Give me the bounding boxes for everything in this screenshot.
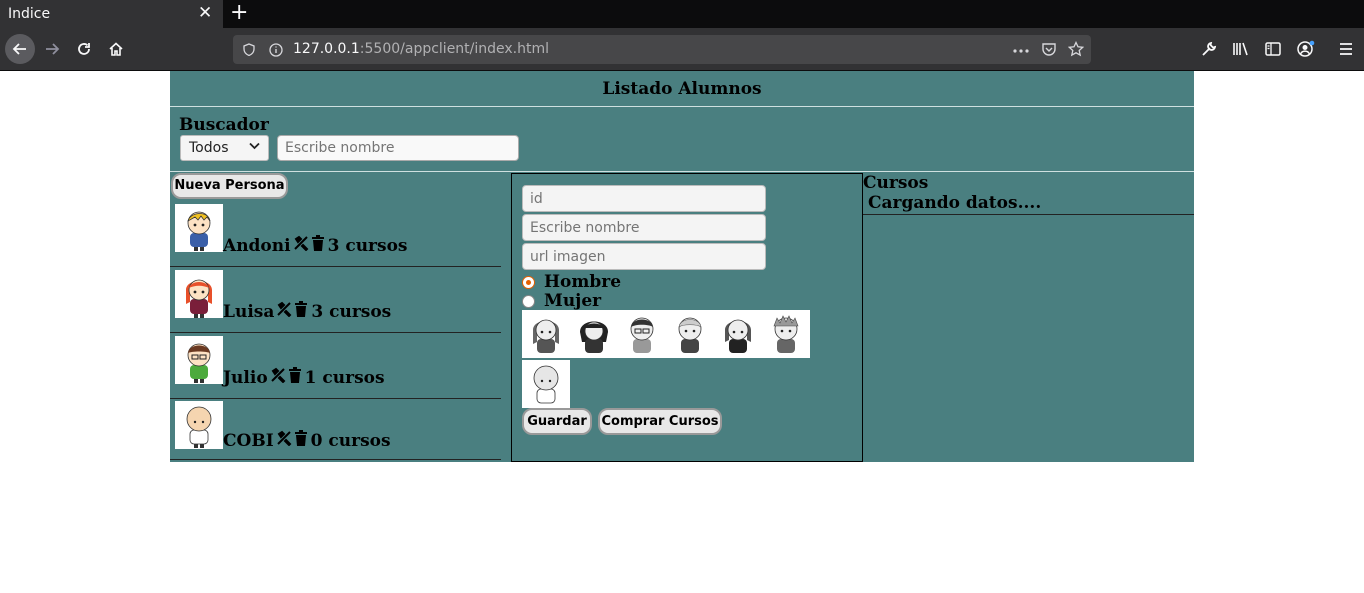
reload-icon[interactable] [70, 35, 98, 63]
avatar-gallery [522, 310, 810, 358]
pocket-icon[interactable] [1041, 35, 1057, 64]
url-path: :5500/appclient/index.html [359, 41, 550, 57]
account-icon[interactable] [1297, 35, 1315, 63]
course-count: 0 cursos [310, 431, 391, 451]
trash-icon[interactable] [311, 235, 325, 255]
radio-female[interactable] [522, 294, 535, 308]
app-page: Listado Alumnos Buscador Todos Nueva Per… [170, 71, 1194, 462]
person-form: Hombre Mujer [511, 173, 863, 462]
avatar [175, 336, 223, 384]
list-item: Andoni 3 cursos [170, 201, 501, 267]
courses-title: Cursos [863, 173, 929, 193]
name-field[interactable] [522, 214, 766, 241]
person-name: Luisa [223, 302, 275, 322]
course-count: 3 cursos [311, 302, 392, 322]
avatar [175, 204, 223, 252]
forward-icon[interactable] [38, 35, 66, 63]
close-tab-icon[interactable]: ✕ [198, 3, 212, 23]
sidebar-icon[interactable] [1265, 35, 1281, 63]
tab-indice[interactable]: Indice [0, 0, 223, 28]
avatar [175, 270, 223, 318]
url-host: 127.0.0.1 [293, 41, 360, 57]
buy-courses-button[interactable]: Comprar Cursos [598, 408, 722, 435]
avatar-option[interactable] [522, 310, 570, 358]
course-count: 3 cursos [327, 236, 408, 256]
gender-male-option[interactable]: Hombre [522, 272, 621, 292]
chevron-down-icon [249, 140, 260, 153]
tab-strip: Indice ✕ + [0, 0, 1364, 28]
navigation-toolbar: 127.0.0.1:5500/appclient/index.html [0, 28, 1364, 71]
gender-female-label: Mujer [544, 291, 602, 311]
courses-header: Cursos Cargando datos.... [863, 173, 1194, 215]
list-item: COBI 0 cursos [170, 399, 501, 460]
filter-selected-value: Todos [189, 140, 229, 156]
edit-icon[interactable] [270, 367, 286, 387]
save-button[interactable]: Guardar [522, 408, 592, 435]
list-item: Luisa 3 cursos [170, 267, 501, 333]
avatar-option[interactable] [714, 310, 762, 358]
radio-male[interactable] [522, 275, 535, 289]
gender-female-option[interactable]: Mujer [522, 291, 601, 311]
person-name: Julio [223, 368, 268, 388]
trash-icon[interactable] [294, 430, 308, 450]
trash-icon[interactable] [294, 301, 308, 321]
course-count: 1 cursos [304, 368, 385, 388]
shield-icon[interactable] [243, 35, 255, 64]
new-person-button[interactable]: Nueva Persona [171, 173, 288, 199]
edit-icon[interactable] [276, 430, 292, 450]
person-line: COBI 0 cursos [223, 430, 391, 451]
url-text[interactable]: 127.0.0.1:5500/appclient/index.html [293, 35, 549, 64]
id-field[interactable] [522, 185, 766, 212]
tab-title: Indice [8, 6, 51, 22]
avatar-option[interactable] [618, 310, 666, 358]
list-item: Julio 1 cursos [170, 333, 501, 399]
page-title: Listado Alumnos [170, 71, 1194, 107]
new-tab-icon[interactable]: + [230, 0, 248, 25]
person-line: Andoni 3 cursos [223, 235, 408, 256]
bookmark-star-icon[interactable] [1067, 35, 1085, 64]
info-icon[interactable] [269, 35, 283, 64]
edit-icon[interactable] [276, 301, 292, 321]
avatar [175, 401, 223, 449]
person-line: Luisa 3 cursos [223, 301, 391, 322]
person-line: Julio 1 cursos [223, 367, 385, 388]
edit-icon[interactable] [293, 235, 309, 255]
library-icon[interactable] [1232, 35, 1250, 63]
person-name: Andoni [223, 236, 291, 256]
avatar-option[interactable] [570, 310, 618, 358]
menu-icon[interactable] [1338, 35, 1354, 63]
avatar-option-default[interactable] [522, 360, 570, 408]
trash-icon[interactable] [288, 367, 302, 387]
home-icon[interactable] [102, 35, 130, 63]
avatar-option[interactable] [762, 310, 810, 358]
person-name: COBI [223, 431, 274, 451]
avatar-option[interactable] [666, 310, 714, 358]
courses-panel: Cursos Cargando datos.... [863, 173, 1194, 462]
gender-filter-select[interactable]: Todos [180, 135, 269, 161]
search-title: Buscador [179, 115, 269, 135]
search-input[interactable] [277, 135, 519, 161]
wrench-icon[interactable] [1201, 35, 1217, 63]
gender-male-label: Hombre [544, 272, 622, 292]
back-icon[interactable] [5, 34, 35, 64]
loading-status: Cargando datos.... [868, 193, 1042, 213]
page-actions-icon[interactable] [1013, 35, 1029, 64]
image-url-field[interactable] [522, 243, 766, 270]
url-bar[interactable]: 127.0.0.1:5500/appclient/index.html [233, 35, 1091, 64]
people-list: Nueva Persona Andoni 3 cursos Luisa 3 cu… [170, 173, 501, 462]
search-section: Buscador Todos [170, 108, 1194, 172]
